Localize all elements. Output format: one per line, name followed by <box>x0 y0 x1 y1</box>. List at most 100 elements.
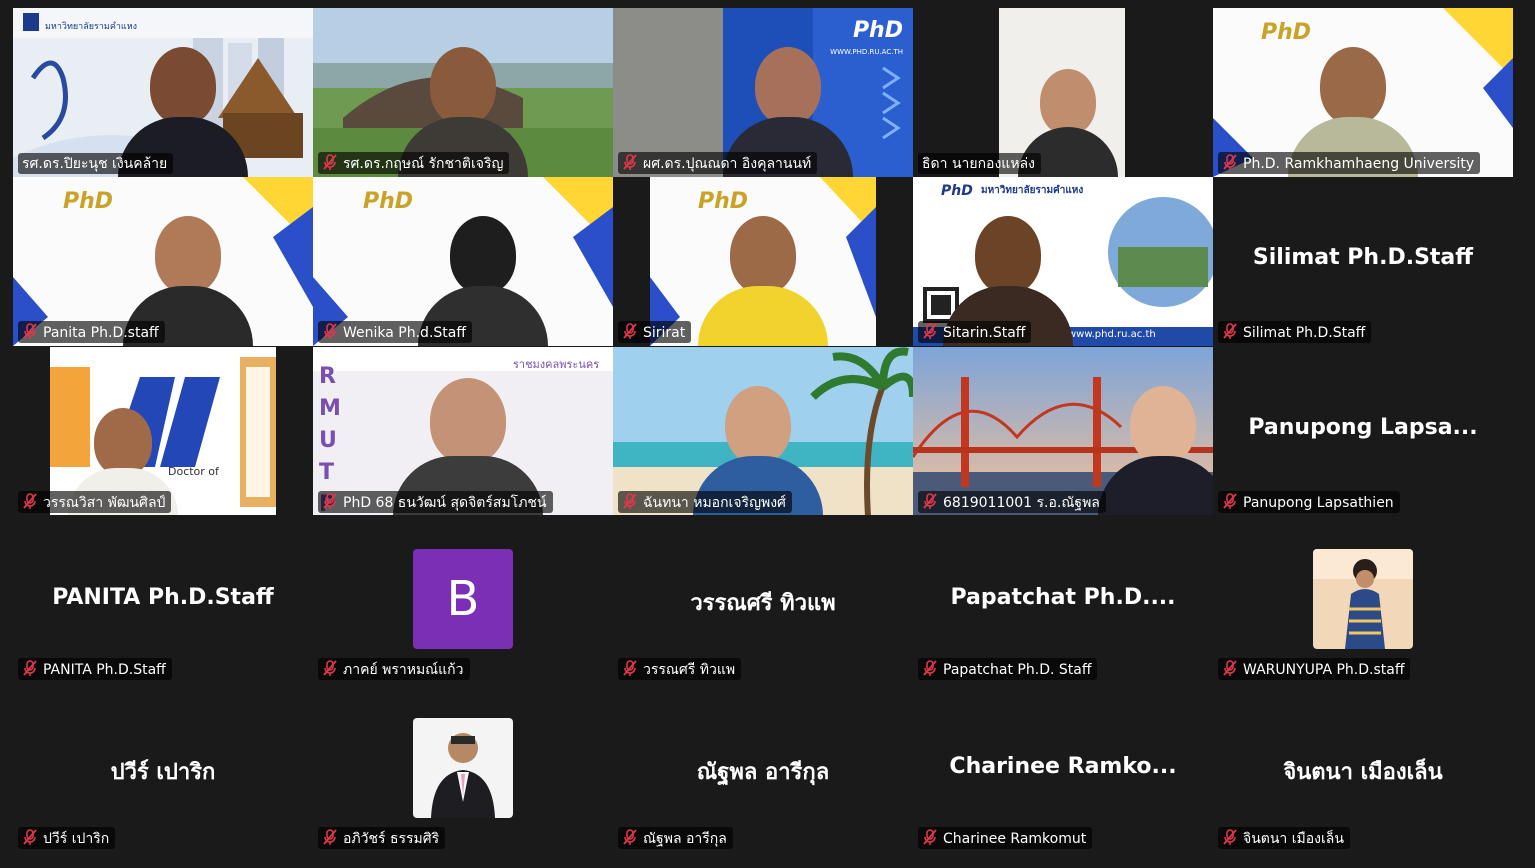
muted-microphone-icon <box>923 829 937 846</box>
participant-name-tag: 6819011001 ร.อ.ณัฐพล <box>918 491 1106 513</box>
participant-name: รศ.ดร.กฤษณ์ รักชาติเจริญ <box>343 156 504 172</box>
muted-microphone-icon <box>1223 154 1237 171</box>
participant-display-name: จินตนา เมืองเล็น <box>1283 760 1443 785</box>
participant-name-tag: PhD 68 ธนวัฒน์ สุดจิตร์สมโภชน์ <box>318 491 553 513</box>
participant-name-tag: รศ.ดร.กฤษณ์ รักชาติเจริญ <box>318 152 510 174</box>
avatar-photo-woman <box>1313 549 1413 649</box>
participant-tile[interactable]: PhD Panita Ph.D.staff <box>13 177 313 346</box>
participant-tile[interactable]: ณัฐพล อารีกุล ณัฐพล อารีกุล <box>613 684 913 853</box>
phd-logo: PhD <box>1261 20 1312 45</box>
poster-title: มหาวิทยาลัยรามคำแหง <box>981 185 1084 196</box>
muted-microphone-icon <box>23 660 37 677</box>
participant-name: PANITA Ph.D.Staff <box>43 662 166 678</box>
participant-tile[interactable]: PANITA Ph.D.Staff PANITA Ph.D.Staff <box>13 515 313 684</box>
muted-microphone-icon <box>623 493 637 510</box>
participant-name-tag: ฉันทนา หมอกเจริญพงศ์ <box>618 491 792 513</box>
avatar-photo-man <box>413 718 513 818</box>
muted-microphone-icon <box>323 829 337 846</box>
participant-name: ฉันทนา หมอกเจริญพงศ์ <box>643 495 786 511</box>
participant-name-tag: ธิดา นายกองแหล่ง <box>918 153 1041 174</box>
muted-microphone-icon <box>923 493 937 510</box>
participant-name-tag: Panita Ph.D.staff <box>18 321 165 343</box>
avatar-photo <box>413 718 513 818</box>
participant-name: Silimat Ph.D.Staff <box>1243 325 1366 341</box>
muted-microphone-icon <box>1223 829 1237 846</box>
participant-name: รศ.ดร.ปิยะนุช เงินคล้าย <box>22 156 168 172</box>
participant-tile[interactable]: B ภาคย์ พราหมณ์แก้ว <box>313 515 613 684</box>
participant-name: ผศ.ดร.ปุณณดา อิงคุลานนท์ <box>643 156 812 172</box>
participant-display-name: Silimat Ph.D.Staff <box>1252 245 1474 270</box>
participant-name-tag: ปวีร์ เปาริก <box>18 827 116 849</box>
participant-tile[interactable]: Silimat Ph.D.Staff Silimat Ph.D.Staff <box>1213 177 1513 346</box>
participant-name: ณัฐพล อารีกุล <box>643 831 727 847</box>
participant-tile[interactable]: PhD Wenika Ph.d.Staff <box>313 177 613 346</box>
participant-name-tag: Panupong Lapsathien <box>1218 491 1400 513</box>
muted-microphone-icon <box>323 323 337 340</box>
phd-logo: PhD <box>941 183 973 199</box>
participant-name-tag: วรรณศรี ทิวแพ <box>618 658 742 680</box>
muted-microphone-icon <box>323 154 337 171</box>
participant-tile[interactable]: ธิดา นายกองแหล่ง <box>913 8 1213 177</box>
poster-url: www.phd.ru.ac.th <box>1068 329 1156 340</box>
university-logo-text: มหาวิทยาลัยรามคำแหง <box>45 22 138 32</box>
muted-microphone-icon <box>923 660 937 677</box>
participant-display-name: ณัฐพล อารีกุล <box>696 760 830 785</box>
avatar-letter-b: B <box>413 549 513 649</box>
participant-name-tag: จินตนา เมืองเล็น <box>1218 827 1350 849</box>
participant-name-tag: Sitarin.Staff <box>918 321 1032 343</box>
participant-tile[interactable]: รศ.ดร.กฤษณ์ รักชาติเจริญ <box>313 8 613 177</box>
participant-name: Charinee Ramkomut <box>943 831 1087 847</box>
participant-display-name: PANITA Ph.D.Staff <box>52 585 274 610</box>
participant-person <box>1098 386 1213 516</box>
participant-tile[interactable]: จินตนา เมืองเล็น จินตนา เมืองเล็น <box>1213 684 1513 853</box>
participant-name-tag: Ph.D. Ramkhamhaeng University <box>1218 152 1481 174</box>
participant-tile[interactable]: ปวีร์ เปาริก ปวีร์ เปาริก <box>13 684 313 853</box>
participant-tile[interactable]: Panupong Lapsa... Panupong Lapsathien <box>1213 347 1513 516</box>
phd-logo: PhD <box>63 189 114 214</box>
participant-tile[interactable]: PhD มหาวิทยาลัยรามคำแหง www.phd.ru.ac.th… <box>913 177 1213 346</box>
participant-name-tag: Papatchat Ph.D. Staff <box>918 658 1098 680</box>
participant-name: Papatchat Ph.D. Staff <box>943 662 1092 678</box>
participant-tile[interactable]: วรรณศรี ทิวแพ วรรณศรี ทิวแพ <box>613 515 913 684</box>
participant-name-tag: อภิวัชร์ ธรรมศิริ <box>318 827 446 849</box>
participant-name: ปวีร์ เปาริก <box>43 831 110 847</box>
participant-name-tag: PANITA Ph.D.Staff <box>18 658 172 680</box>
participant-name: WARUNYUPA Ph.D.staff <box>1243 662 1405 678</box>
rmutp-header: ราชมงคลพระนคร <box>513 358 600 371</box>
participant-name: Panita Ph.D.staff <box>43 325 159 341</box>
participant-name: 6819011001 ร.อ.ณัฐพล <box>943 495 1100 511</box>
participant-tile[interactable]: Papatchat Ph.D.... Papatchat Ph.D. Staff <box>913 515 1213 684</box>
participant-tile[interactable]: WARUNYUPA Ph.D.staff <box>1213 515 1513 684</box>
muted-microphone-icon <box>23 323 37 340</box>
muted-microphone-icon <box>323 493 337 510</box>
participant-name-tag: Silimat Ph.D.Staff <box>1218 321 1372 343</box>
participant-display-name: Panupong Lapsa... <box>1248 415 1478 440</box>
participant-tile[interactable]: 6819011001 ร.อ.ณัฐพล <box>913 347 1213 516</box>
participant-display-name: Charinee Ramko... <box>949 754 1177 779</box>
participant-person <box>698 216 828 346</box>
participant-tile[interactable]: PhD WWW.PHD.RU.AC.TH ผศ.ดร.ปุณณดา อิงคุล… <box>613 8 913 177</box>
participant-tile[interactable]: PhD Sirirat <box>613 177 913 346</box>
participant-tile[interactable]: มหาวิทยาลัยรามคำแหง รศ.ดร.ปิยะนุช เงินคล… <box>13 8 313 177</box>
phd-logo: PhD <box>698 189 749 214</box>
phd-logo: PhD <box>852 18 903 43</box>
participant-tile[interactable]: ฉันทนา หมอกเจริญพงศ์ <box>613 347 913 516</box>
participant-name-tag: WARUNYUPA Ph.D.staff <box>1218 658 1411 680</box>
participant-tile[interactable]: อภิวัชร์ ธรรมศิริ <box>313 684 613 853</box>
participant-name: ธิดา นายกองแหล่ง <box>922 156 1035 172</box>
participant-name: จินตนา เมืองเล็น <box>1243 831 1344 847</box>
participant-name-tag: ผศ.ดร.ปุณณดา อิงคุลานนท์ <box>618 152 818 174</box>
participant-tile[interactable]: Charinee Ramko... Charinee Ramkomut <box>913 684 1213 853</box>
participant-tile[interactable]: Doctor of วรรณวิสา พัฒนศิลป์ <box>13 347 313 516</box>
participant-name-tag: Wenika Ph.d.Staff <box>318 321 472 343</box>
participant-tile[interactable]: PhD Ph.D. Ramkhamhaeng University <box>1213 8 1513 177</box>
participant-name: อภิวัชร์ ธรรมศิริ <box>343 831 440 847</box>
participant-tile[interactable]: RMUTP ราชมงคลพระนคร PhD 68 ธนวัฒน์ สุดจิ… <box>313 347 613 516</box>
muted-microphone-icon <box>923 323 937 340</box>
avatar-photo <box>1313 549 1413 649</box>
muted-microphone-icon <box>1223 323 1237 340</box>
participant-name: Ph.D. Ramkhamhaeng University <box>1243 156 1475 172</box>
muted-microphone-icon <box>623 829 637 846</box>
participant-display-name: Papatchat Ph.D.... <box>950 585 1176 610</box>
participant-name: Wenika Ph.d.Staff <box>343 325 466 341</box>
